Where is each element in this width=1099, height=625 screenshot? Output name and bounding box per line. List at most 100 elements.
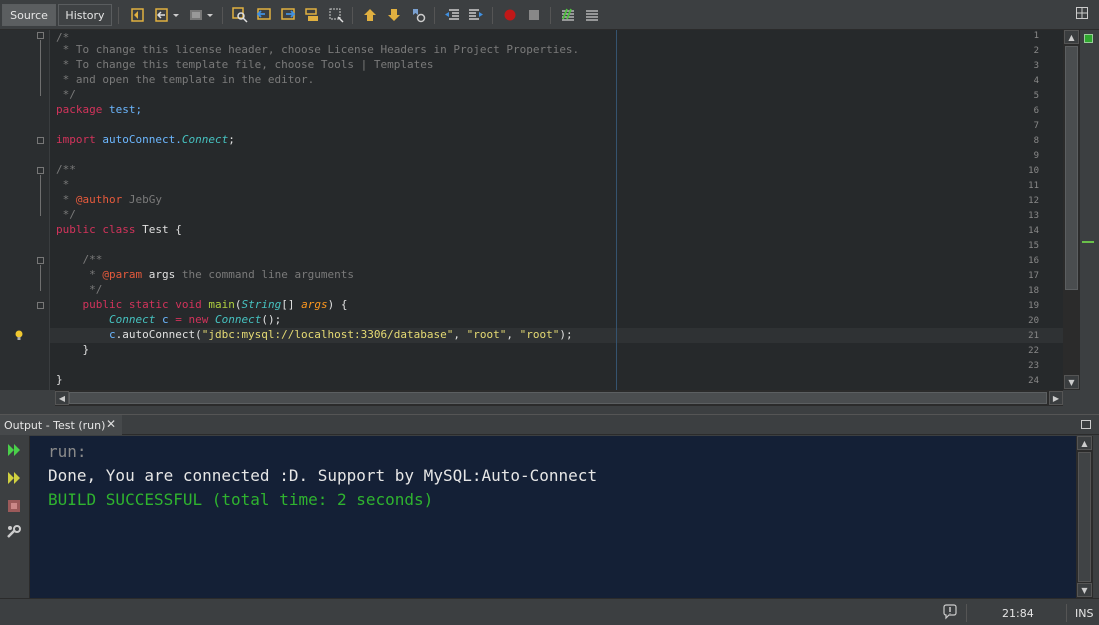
find-selection-icon[interactable] <box>232 7 248 23</box>
shift-right-icon[interactable] <box>468 7 484 23</box>
forward-icon[interactable] <box>188 7 204 23</box>
line-number: 5 <box>1033 91 1039 101</box>
punctuation: ; <box>228 133 235 146</box>
editor-toolbar: Source History <box>0 0 1099 30</box>
line-number: 18 <box>1028 286 1039 296</box>
history-tab[interactable]: History <box>58 4 112 26</box>
line-number: 22 <box>1028 346 1039 356</box>
close-icon[interactable]: ✕ <box>106 417 116 431</box>
insert-mode[interactable]: INS <box>1075 607 1093 620</box>
variable-name: c <box>56 328 116 341</box>
scroll-up-arrow-icon[interactable]: ▲ <box>1077 436 1092 450</box>
punctuation: ) { <box>327 298 348 311</box>
line-number: 19 <box>1028 301 1039 311</box>
line-number: 11 <box>1028 181 1039 191</box>
find-next-icon[interactable] <box>280 7 296 23</box>
chevron-down-icon[interactable] <box>206 7 214 23</box>
line-number: 17 <box>1028 271 1039 281</box>
toggle-highlight-icon[interactable] <box>304 7 320 23</box>
code-line-8: import autoConnect.Connect; <box>56 132 235 147</box>
toggle-rect-select-icon[interactable] <box>328 7 344 23</box>
scrollbar-thumb[interactable] <box>1078 452 1091 582</box>
line-number: 20 <box>1028 316 1039 326</box>
fold-line <box>40 40 41 96</box>
scroll-down-arrow-icon[interactable]: ▼ <box>1077 583 1092 597</box>
keyword: package <box>56 103 103 116</box>
code-line-6: package test; <box>56 102 142 117</box>
code-line-10: /** <box>56 163 76 176</box>
scroll-up-arrow-icon[interactable]: ▲ <box>1064 30 1079 44</box>
comment-icon[interactable] <box>560 7 576 23</box>
status-ok-icon <box>1084 34 1093 43</box>
start-macro-icon[interactable] <box>502 7 518 23</box>
rerun-icon[interactable] <box>6 442 22 458</box>
panel-splitter[interactable] <box>0 406 1099 414</box>
fold-toggle-icon[interactable] <box>37 257 44 264</box>
line-number: 3 <box>1033 61 1039 71</box>
code-editor[interactable]: 1 2 3 4 5 6 7 8 9 10 11 12 13 14 15 16 17 18 19 20 21 22 23 24 … <box>0 30 1063 390</box>
scroll-down-arrow-icon[interactable]: ▼ <box>1064 375 1079 389</box>
output-console[interactable]: run: Done, You are connected :D. Support… <box>30 436 1076 598</box>
editor-vertical-scrollbar[interactable]: ▲ ▼ <box>1063 30 1080 390</box>
rerun-with-params-icon[interactable] <box>6 470 22 486</box>
type-name: Connect <box>56 313 156 326</box>
scroll-left-arrow-icon[interactable]: ◀ <box>55 391 69 405</box>
code-line-19: public static void main(String[] args) { <box>56 297 347 312</box>
next-bookmark-icon[interactable] <box>386 7 402 23</box>
editor-horizontal-scrollbar[interactable]: ◀ ▶ <box>55 390 1063 406</box>
error-stripe[interactable] <box>1080 30 1099 390</box>
line-number-gutter <box>0 30 50 390</box>
fold-toggle-icon[interactable] <box>37 137 44 144</box>
status-bar: 21:84 INS <box>0 598 1099 625</box>
fold-toggle-icon[interactable] <box>37 167 44 174</box>
stop-macro-icon[interactable] <box>526 7 542 23</box>
shift-left-icon[interactable] <box>444 7 460 23</box>
class-declaration: Test { <box>135 223 182 236</box>
variable-name: c <box>155 313 169 326</box>
line-number: 1 <box>1033 31 1039 41</box>
output-tab[interactable]: Output - Test (run) <box>0 415 122 435</box>
scroll-right-arrow-icon[interactable]: ▶ <box>1049 391 1063 405</box>
split-window-icon[interactable] <box>1076 7 1088 19</box>
line-number: 24 <box>1028 376 1039 386</box>
stop-icon[interactable] <box>6 498 22 514</box>
output-vertical-scrollbar[interactable]: ▲ ▼ <box>1076 436 1093 598</box>
uncomment-icon[interactable] <box>584 7 600 23</box>
output-tab-label: Output - Test (run) <box>4 418 106 432</box>
source-tab[interactable]: Source <box>2 4 56 26</box>
comment-text: JebGy <box>122 193 162 206</box>
chevron-down-icon[interactable] <box>172 7 180 23</box>
code-line-21: c.autoConnect("jdbc:mysql://localhost:33… <box>56 327 573 342</box>
last-edit-icon[interactable] <box>130 7 146 23</box>
notifications-icon[interactable] <box>942 604 958 620</box>
scrollbar-thumb[interactable] <box>69 392 1047 404</box>
comment-text: the command line arguments <box>175 268 355 281</box>
toolbar-separator <box>352 7 353 24</box>
status-separator <box>966 604 967 622</box>
scrollbar-thumb[interactable] <box>1065 46 1078 290</box>
toggle-bookmark-icon[interactable] <box>410 7 426 23</box>
method-name: main <box>201 298 235 311</box>
settings-icon[interactable] <box>6 524 22 540</box>
line-number: 9 <box>1033 151 1039 161</box>
fold-toggle-icon[interactable] <box>37 302 44 309</box>
prev-bookmark-icon[interactable] <box>362 7 378 23</box>
code-line-20: Connect c = new Connect(); <box>56 312 281 327</box>
error-stripe-mark[interactable] <box>1082 241 1094 243</box>
keyword: import <box>56 133 96 146</box>
code-line-22: } <box>56 343 90 356</box>
minimize-icon[interactable] <box>1081 420 1091 429</box>
punctuation: ); <box>559 328 573 341</box>
line-number: 2 <box>1033 46 1039 56</box>
back-icon[interactable] <box>154 7 170 23</box>
punctuation: , <box>506 328 520 341</box>
fold-toggle-icon[interactable] <box>37 32 44 39</box>
find-previous-icon[interactable] <box>256 7 272 23</box>
line-number: 8 <box>1033 136 1039 146</box>
lightbulb-hint-icon[interactable] <box>14 330 24 341</box>
status-separator <box>1066 604 1067 622</box>
caret-position[interactable]: 21:84 <box>1002 607 1034 620</box>
output-panel-header: Output - Test (run) ✕ <box>0 414 1099 435</box>
operator: = <box>168 313 189 326</box>
toolbar-separator <box>434 7 435 24</box>
